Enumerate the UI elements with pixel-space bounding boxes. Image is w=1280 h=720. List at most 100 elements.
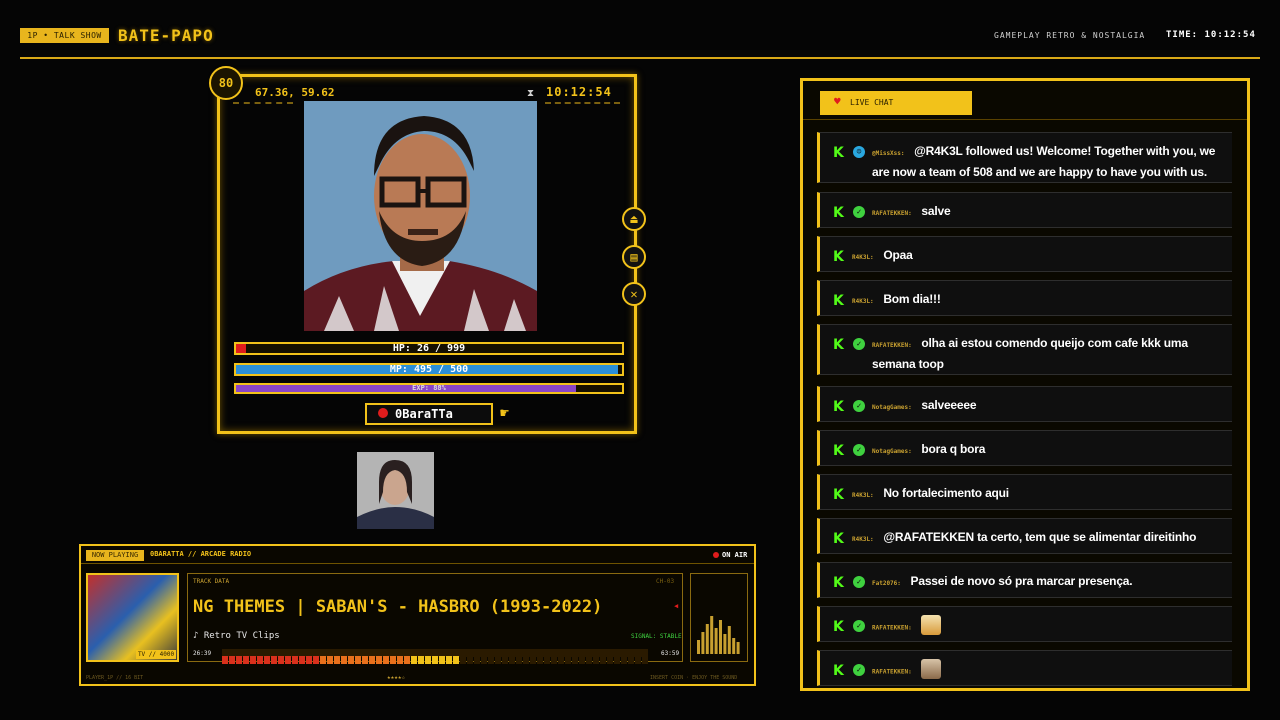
progress-segment <box>495 656 501 664</box>
chat-username[interactable]: RAFATEKKEN: <box>872 669 912 676</box>
show-subtitle: GAMEPLAY RETRO & NOSTALGIA <box>994 31 1146 40</box>
album-art <box>86 573 179 662</box>
chat-username[interactable]: RAFATEKKEN: <box>872 210 912 217</box>
progress-segment <box>320 656 326 664</box>
chat-text: Bom dia!!! <box>883 292 941 306</box>
progress-segment <box>432 656 438 664</box>
equalizer-bar <box>719 620 722 654</box>
kick-logo-icon: K <box>833 619 844 635</box>
progress-segment <box>341 656 347 664</box>
mp-label: MP: 495 / 500 <box>389 364 469 375</box>
equalizer-bar <box>714 628 718 654</box>
progress-segment <box>593 656 599 664</box>
chat-username[interactable]: R4K3L: <box>852 492 874 499</box>
chat-text: salve <box>921 204 951 218</box>
chat-message: K ✓ NotagGames: salveeeee <box>817 386 1232 422</box>
progress-segment <box>243 656 249 664</box>
chat-message-body: RAFATEKKEN: <box>872 659 1222 681</box>
verified-badge-icon: ✓ <box>853 338 865 350</box>
progress-segment <box>397 656 403 664</box>
verified-badge-icon: ✓ <box>853 400 865 412</box>
progress-segment <box>257 656 263 664</box>
kick-logo-icon: K <box>833 399 844 415</box>
bot-badge-icon: ☺ <box>853 146 865 158</box>
chat-username[interactable]: Fat2076: <box>872 580 901 587</box>
progress-segment <box>390 656 396 664</box>
progress-segment <box>523 656 529 664</box>
hand-cursor-icon: ☛ <box>500 404 510 422</box>
progress-segment <box>551 656 557 664</box>
chat-message-body: R4K3L: @RAFATEKKEN ta certo, tem que se … <box>852 527 1222 548</box>
show-tag: 1P • TALK SHOW <box>20 28 109 43</box>
map-button[interactable]: ▤ <box>622 245 646 269</box>
progress-segment <box>460 656 466 664</box>
album-tag: TV // 4000 <box>136 650 176 659</box>
radio-title: 0BARATTA // ARCADE RADIO <box>150 550 252 558</box>
progress-segment <box>607 656 613 664</box>
elapsed-time: 26:39 <box>193 650 212 657</box>
progress-segment <box>474 656 480 664</box>
chat-text: No fortalecimento aqui <box>883 486 1009 500</box>
chat-divider <box>803 119 1247 120</box>
chat-message-body: NotagGames: bora q bora <box>872 439 1222 460</box>
coordinates-readout: 67.36, 59.62 <box>255 86 335 99</box>
equalizer-bar <box>723 634 727 654</box>
total-time: 63:59 <box>661 650 680 657</box>
track-progress-bar[interactable] <box>222 649 648 664</box>
chat-username[interactable]: NotagGames: <box>872 404 912 411</box>
chat-username[interactable]: NotagGames: <box>872 448 912 455</box>
now-playing-badge: NOW PLAYING <box>86 550 144 561</box>
chat-message: K ✓ RAFATEKKEN: salve <box>817 192 1232 228</box>
signal-status: SIGNAL: STABLE <box>631 633 682 640</box>
equalizer-bar <box>736 642 740 654</box>
progress-segment <box>355 656 361 664</box>
pog-emote-icon <box>921 615 942 635</box>
hourglass-icon: ⧗ <box>527 88 535 99</box>
chat-message: K ✓ RAFATEKKEN: olha ai estou comendo quei… <box>817 324 1232 375</box>
chat-message-body: RAFATEKKEN: salve <box>872 201 1222 222</box>
frame-dash-left <box>233 102 293 104</box>
progress-segment <box>376 656 382 664</box>
chat-message-body: RAFATEKKEN: <box>872 615 1222 637</box>
progress-segment <box>467 656 473 664</box>
chat-message-body: RAFATEKKEN: olha ai estou comendo queijo… <box>872 333 1222 373</box>
chat-username[interactable]: RAFATEKKEN: <box>872 342 912 349</box>
chat-text: @RAFATEKKEN ta certo, tem que se aliment… <box>883 530 1197 544</box>
webcam-time: 10:12:54 <box>546 85 612 99</box>
chat-message: K R4K3L: No fortalecimento aqui <box>817 474 1232 510</box>
progress-segment <box>313 656 319 664</box>
progress-segment <box>586 656 592 664</box>
track-source: ♪ Retro TV Clips <box>193 631 280 641</box>
chat-message: K ✓ RAFATEKKEN: <box>817 606 1232 642</box>
chat-username[interactable]: RAFATEKKEN: <box>872 625 912 632</box>
progress-segment <box>236 656 242 664</box>
chat-text: bora q bora <box>921 442 986 456</box>
progress-segment <box>642 656 648 664</box>
progress-segment <box>600 656 606 664</box>
progress-segment <box>488 656 494 664</box>
player-footer-right: INSERT COIN · ENJOY THE SOUND <box>650 675 738 681</box>
progress-segment <box>327 656 333 664</box>
chat-username[interactable]: R4K3L: <box>852 254 874 261</box>
progress-segment <box>502 656 508 664</box>
chat-username[interactable]: R4K3L: <box>852 298 874 305</box>
equalizer-bar <box>710 616 714 654</box>
chat-message-body: R4K3L: Opaa <box>852 245 1222 266</box>
swords-button[interactable]: ✕ <box>622 282 646 306</box>
live-chat-tab[interactable]: LIVE CHAT <box>820 91 972 115</box>
chat-username[interactable]: @MissXss: <box>872 150 905 157</box>
equalizer-bar <box>705 624 709 654</box>
header-divider <box>20 57 1260 59</box>
progress-segment <box>369 656 375 664</box>
alert-button[interactable]: ⏏ <box>622 207 646 231</box>
chat-text: salveeeee <box>921 398 977 412</box>
chat-text: Passei de novo só pra marcar presença. <box>910 574 1133 588</box>
kick-logo-icon: K <box>833 293 844 309</box>
heart-icon: ♥ <box>834 95 841 108</box>
progress-segment <box>383 656 389 664</box>
progress-segment <box>334 656 340 664</box>
progress-segment <box>264 656 270 664</box>
on-air-dot <box>713 552 719 558</box>
verified-badge-icon: ✓ <box>853 664 865 676</box>
chat-username[interactable]: R4K3L: <box>852 536 874 543</box>
